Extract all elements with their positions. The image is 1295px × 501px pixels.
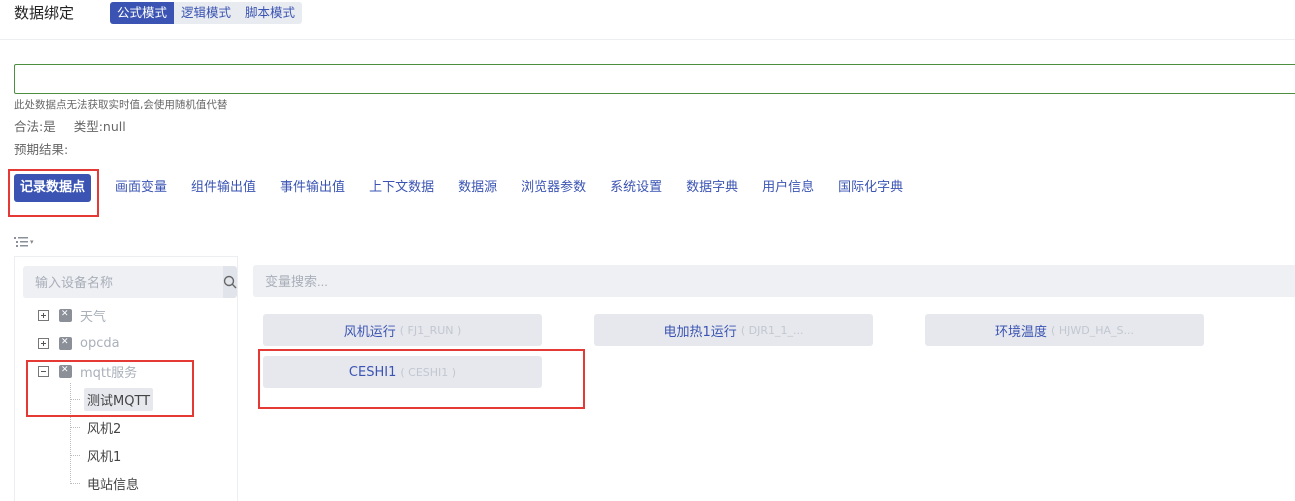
tab-context-data[interactable]: 上下文数据 [369, 174, 434, 202]
header-divider [0, 39, 1295, 40]
random-value-hint: 此处数据点无法获取实时值,会使用随机值代替 [14, 99, 228, 111]
expand-icon[interactable] [38, 309, 49, 321]
validation-info: 合法:是 类型:null [14, 119, 126, 135]
mode-formula-button[interactable]: 公式模式 [110, 2, 175, 24]
search-icon[interactable] [223, 266, 237, 298]
mode-logic-button[interactable]: 逻辑模式 [174, 2, 238, 24]
variable-card[interactable]: 风机运行( FJ1_RUN ) [263, 314, 542, 346]
variable-card[interactable]: CESHI1( CESHI1 ) [263, 356, 542, 388]
data-source-tabs: 记录数据点 画面变量 组件输出值 事件输出值 上下文数据 数据源 浏览器参数 系… [14, 174, 927, 202]
mode-switcher: 公式模式 逻辑模式 脚本模式 [110, 2, 303, 24]
tab-record-data-point[interactable]: 记录数据点 [14, 174, 92, 202]
tab-system-settings[interactable]: 系统设置 [610, 174, 662, 202]
tab-browser-params[interactable]: 浏览器参数 [521, 174, 586, 202]
device-search [23, 266, 237, 298]
expand-icon[interactable] [38, 337, 49, 349]
tab-data-dictionary[interactable]: 数据字典 [686, 174, 738, 202]
tab-event-output[interactable]: 事件输出值 [280, 174, 345, 202]
tree-child-fan2[interactable]: 风机2 [70, 417, 124, 437]
tree-node-mqtt[interactable]: mqtt服务 [38, 361, 137, 381]
tree-child-fan1[interactable]: 风机1 [70, 445, 124, 465]
tree-child-test-mqtt[interactable]: 测试MQTT [70, 387, 154, 411]
tree-list-icon[interactable]: ▾ [14, 234, 40, 250]
device-node-icon [59, 364, 72, 378]
variable-search-input[interactable] [253, 265, 1295, 297]
variable-card[interactable]: 电加热1运行( DJR1_1_... [594, 314, 873, 346]
formula-input[interactable] [14, 64, 1295, 94]
device-node-icon [59, 336, 72, 350]
tab-data-source[interactable]: 数据源 [458, 174, 497, 202]
type-status: 类型:null [73, 119, 126, 134]
tab-screen-variable[interactable]: 画面变量 [115, 174, 167, 202]
device-node-icon [59, 308, 72, 322]
variable-card[interactable]: 环境温度( HJWD_HA_S... [925, 314, 1204, 346]
tree-node-opcda[interactable]: opcda [38, 333, 120, 353]
valid-status: 合法:是 [14, 119, 56, 134]
tree-child-station-info[interactable]: 电站信息 [70, 473, 142, 493]
expected-result: 预期结果: [14, 142, 69, 157]
tree-node-weather[interactable]: 天气 [38, 305, 106, 325]
collapse-icon[interactable] [38, 365, 49, 377]
device-search-input[interactable] [23, 266, 223, 298]
tab-i18n-dictionary[interactable]: 国际化字典 [838, 174, 903, 202]
page-title: 数据绑定 [14, 4, 75, 22]
chevron-down-icon: ▾ [30, 238, 34, 246]
tab-component-output[interactable]: 组件输出值 [191, 174, 256, 202]
mode-script-button[interactable]: 脚本模式 [238, 2, 302, 24]
tab-user-info[interactable]: 用户信息 [762, 174, 814, 202]
